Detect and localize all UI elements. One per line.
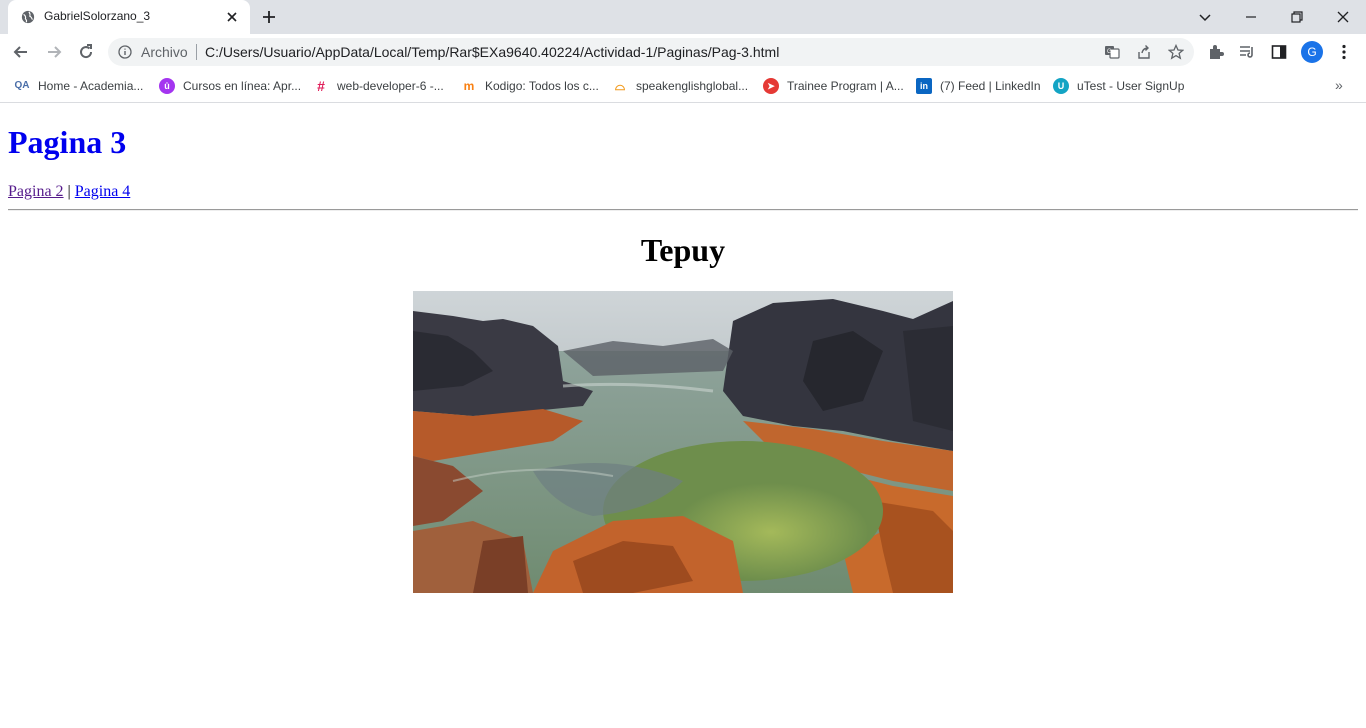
speak-icon: ⌓ (614, 78, 626, 93)
globe-icon (21, 10, 35, 24)
trainee-icon: ➤ (763, 78, 779, 94)
info-icon[interactable] (118, 45, 132, 59)
minimize-icon[interactable] (1241, 7, 1261, 27)
page-nav: Pagina 2 | Pagina 4 (8, 183, 130, 201)
share-icon[interactable] (1136, 44, 1152, 60)
tepuy-landscape-photo (413, 291, 953, 593)
utest-icon: U (1053, 78, 1069, 94)
translate-icon[interactable]: G (1104, 44, 1120, 60)
new-tab-icon[interactable] (261, 9, 277, 25)
extensions-puzzle-icon[interactable] (1207, 43, 1225, 61)
link-pagina-2[interactable]: Pagina 2 (8, 183, 64, 200)
tab-strip: GabrielSolorzano_3 (0, 0, 1366, 34)
browser-tab[interactable]: GabrielSolorzano_3 (8, 0, 250, 34)
back-arrow-icon[interactable] (11, 42, 31, 62)
reload-icon[interactable] (76, 42, 96, 62)
close-window-icon[interactable] (1333, 7, 1353, 27)
moodle-icon: m (463, 79, 475, 93)
udemy-icon: û (159, 78, 175, 94)
slack-icon: # (317, 78, 325, 94)
page-title: Pagina 3 (8, 124, 127, 160)
bookmark-star-icon[interactable] (1168, 44, 1184, 60)
close-tab-icon[interactable] (224, 9, 240, 25)
linkedin-icon: in (916, 78, 932, 94)
academia-icon: QA (14, 80, 30, 91)
more-bookmarks-icon[interactable]: » (1335, 77, 1343, 93)
forward-arrow-icon[interactable] (44, 42, 64, 62)
profile-avatar[interactable]: G (1301, 41, 1323, 63)
tab-title: GabrielSolorzano_3 (44, 9, 151, 23)
horizontal-rule (8, 209, 1358, 211)
menu-kebab-icon[interactable] (1335, 43, 1353, 61)
restore-icon[interactable] (1287, 7, 1307, 27)
nav-separator: | (63, 183, 75, 200)
bookmarks-bar: QA Home - Academia... û Cursos en línea:… (0, 70, 1366, 103)
side-panel-icon[interactable] (1270, 43, 1288, 61)
tab-search-icon[interactable] (1195, 7, 1215, 27)
url-text[interactable]: C:/Users/Usuario/AppData/Local/Temp/Rar$… (205, 44, 779, 60)
section-title: Tepuy (640, 232, 726, 268)
reading-list-icon[interactable] (1238, 43, 1256, 61)
address-bar[interactable]: Archivo C:/Users/Usuario/AppData/Local/T… (108, 38, 1194, 66)
svg-text:G: G (1107, 49, 1112, 55)
address-scheme-label: Archivo (141, 44, 188, 60)
link-pagina-4[interactable]: Pagina 4 (75, 183, 131, 200)
address-divider (196, 44, 197, 60)
browser-toolbar: Archivo C:/Users/Usuario/AppData/Local/T… (0, 34, 1366, 70)
page-content: Pagina 3 Pagina 2 | Pagina 4 Tepuy (0, 103, 1366, 728)
